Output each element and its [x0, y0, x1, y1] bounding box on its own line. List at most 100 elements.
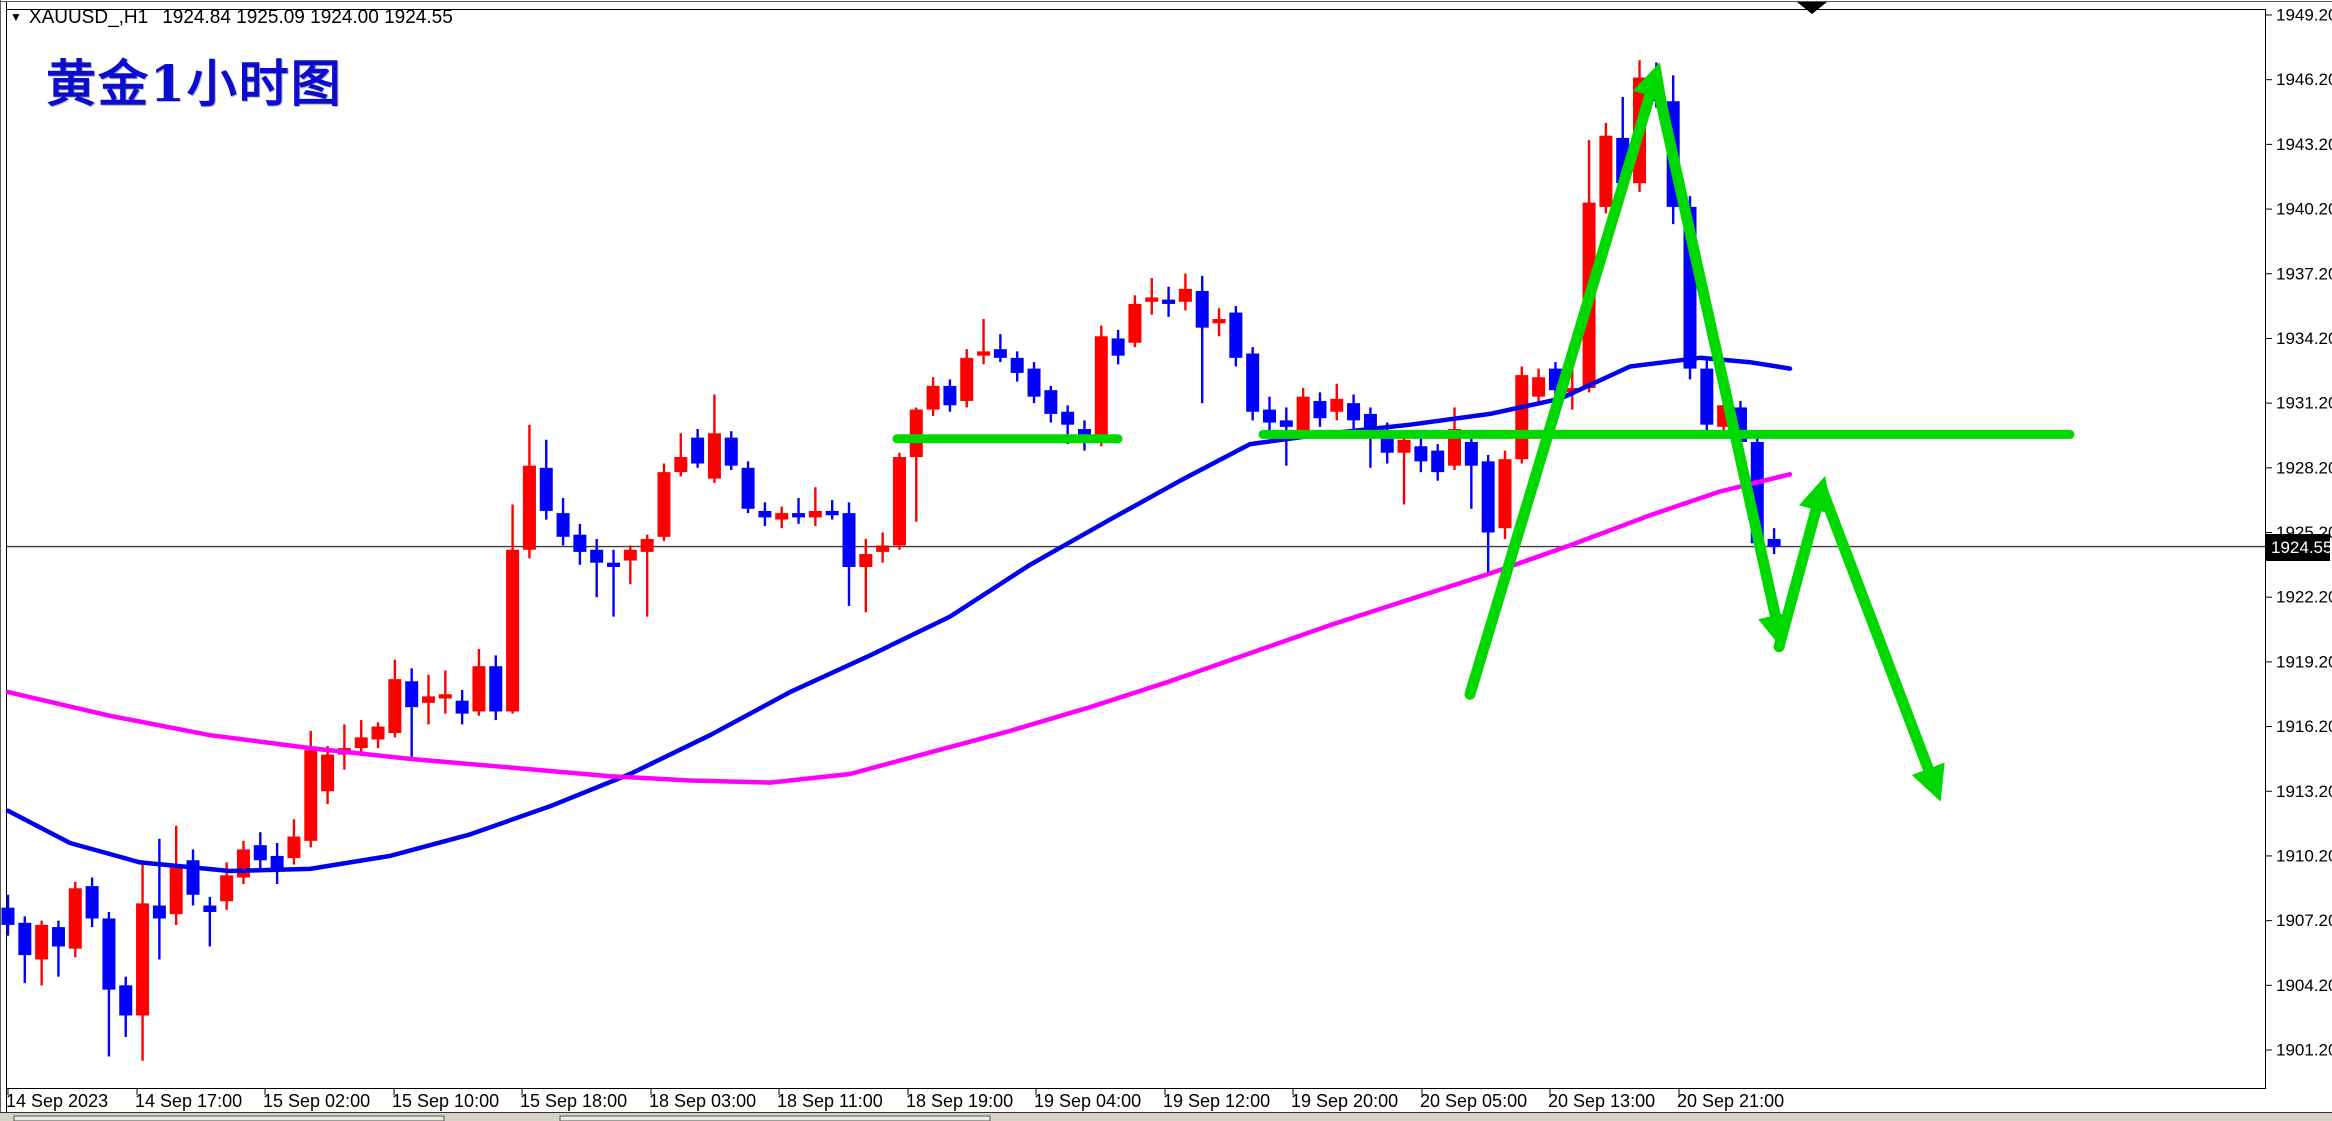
candle-body[interactable]: [439, 694, 452, 698]
candle-body[interactable]: [624, 550, 637, 561]
candle-body[interactable]: [1128, 304, 1141, 343]
candle-body[interactable]: [943, 386, 956, 405]
candle-body[interactable]: [1061, 412, 1074, 425]
candle-body[interactable]: [1162, 300, 1175, 304]
trend-arrow[interactable]: [1779, 502, 1818, 646]
candle-body[interactable]: [136, 903, 149, 1015]
time-axis[interactable]: 14 Sep 202314 Sep 17:0015 Sep 02:0015 Se…: [6, 1088, 1784, 1111]
candle-body[interactable]: [203, 906, 216, 912]
candle-body[interactable]: [1179, 289, 1192, 302]
candle-body[interactable]: [927, 386, 940, 410]
candle-body[interactable]: [809, 511, 822, 517]
candle-body[interactable]: [775, 513, 788, 519]
candle-body[interactable]: [1145, 297, 1158, 301]
candle-body[interactable]: [523, 466, 536, 550]
candle-body[interactable]: [1011, 358, 1024, 373]
candle-body[interactable]: [304, 750, 317, 841]
candle-body[interactable]: [1229, 313, 1242, 358]
candle-body[interactable]: [1398, 440, 1411, 453]
candle-body[interactable]: [1213, 319, 1226, 323]
candle-body[interactable]: [355, 737, 368, 748]
candle-body[interactable]: [1515, 375, 1528, 459]
candle-body[interactable]: [1246, 354, 1259, 412]
candle-body[interactable]: [1280, 420, 1293, 426]
trend-arrow[interactable]: [1656, 80, 1777, 623]
window-menu-arrow-icon[interactable]: ▼: [10, 10, 22, 24]
candle-body[interactable]: [35, 925, 48, 960]
candle-body[interactable]: [372, 727, 385, 740]
candle-body[interactable]: [1297, 397, 1310, 432]
candle-body[interactable]: [102, 918, 115, 989]
candle-body[interactable]: [674, 457, 687, 472]
candle-body[interactable]: [1347, 403, 1360, 420]
candle-body[interactable]: [119, 985, 132, 1015]
trend-arrow[interactable]: [1470, 88, 1652, 694]
candle-body[interactable]: [876, 545, 889, 551]
candle-body[interactable]: [893, 457, 906, 545]
candle-body[interactable]: [237, 849, 250, 877]
candle-body[interactable]: [1700, 369, 1713, 425]
candle-body[interactable]: [758, 511, 771, 517]
candle-body[interactable]: [826, 511, 839, 515]
candle-body[interactable]: [557, 513, 570, 537]
candle-body[interactable]: [1095, 336, 1108, 442]
trend-arrow[interactable]: [1822, 489, 1931, 776]
candle-body[interactable]: [910, 410, 923, 457]
chart-canvas[interactable]: 1949.201946.201943.201940.201937.201934.…: [0, 0, 2332, 1121]
candle-body[interactable]: [69, 888, 82, 948]
price-axis-label: 1919.20: [2276, 652, 2332, 671]
candle-body[interactable]: [1431, 451, 1444, 473]
candle-body[interactable]: [607, 563, 620, 567]
candle-body[interactable]: [388, 679, 401, 733]
candle-body[interactable]: [1414, 446, 1427, 461]
time-axis-label: 20 Sep 13:00: [1548, 1091, 1655, 1111]
candle-body[interactable]: [994, 349, 1007, 358]
candle-body[interactable]: [1028, 369, 1041, 397]
candle-body[interactable]: [1112, 338, 1125, 355]
candle-body[interactable]: [52, 927, 65, 946]
candle-body[interactable]: [590, 550, 603, 563]
candle-body[interactable]: [540, 468, 553, 511]
price-axis[interactable]: 1949.201946.201943.201940.201937.201934.…: [2265, 6, 2332, 1060]
candle-body[interactable]: [170, 867, 183, 914]
candle-body[interactable]: [1532, 377, 1545, 396]
candle-body[interactable]: [254, 845, 267, 860]
candle-body[interactable]: [287, 837, 300, 859]
candle-body[interactable]: [1330, 399, 1343, 412]
candle-body[interactable]: [1465, 442, 1478, 466]
candle-body[interactable]: [422, 696, 435, 702]
candle-body[interactable]: [506, 550, 519, 712]
candle-body[interactable]: [18, 923, 31, 955]
candle-body[interactable]: [456, 701, 469, 714]
candle-body[interactable]: [1498, 459, 1511, 528]
candle-body[interactable]: [742, 468, 755, 509]
candle-body[interactable]: [2, 908, 15, 925]
candle-body[interactable]: [405, 681, 418, 707]
candle-body[interactable]: [1044, 390, 1057, 414]
candle-body[interactable]: [1196, 291, 1209, 328]
candle-body[interactable]: [1482, 461, 1495, 532]
candle-body[interactable]: [1768, 539, 1781, 547]
candle-body[interactable]: [960, 358, 973, 401]
candle-body[interactable]: [472, 666, 485, 711]
candle-body[interactable]: [843, 513, 856, 567]
candle-body[interactable]: [321, 755, 334, 792]
candle-body[interactable]: [725, 438, 738, 466]
candle-body[interactable]: [691, 438, 704, 464]
candle-body[interactable]: [220, 875, 233, 901]
candle-body[interactable]: [1313, 401, 1326, 418]
candle-body[interactable]: [792, 513, 805, 517]
candle-body[interactable]: [1599, 136, 1612, 207]
candle-body[interactable]: [573, 535, 586, 552]
candle-body[interactable]: [1263, 410, 1276, 423]
candle-body[interactable]: [153, 906, 166, 919]
candle-body[interactable]: [708, 433, 721, 478]
candle-body[interactable]: [86, 886, 99, 918]
candle-body[interactable]: [271, 856, 284, 869]
candle-body[interactable]: [489, 666, 502, 711]
candle-body[interactable]: [641, 539, 654, 552]
candle-body[interactable]: [657, 472, 670, 537]
candle-body[interactable]: [977, 351, 990, 355]
candle-body[interactable]: [859, 554, 872, 567]
green-annotations-layer[interactable]: [897, 80, 2070, 776]
